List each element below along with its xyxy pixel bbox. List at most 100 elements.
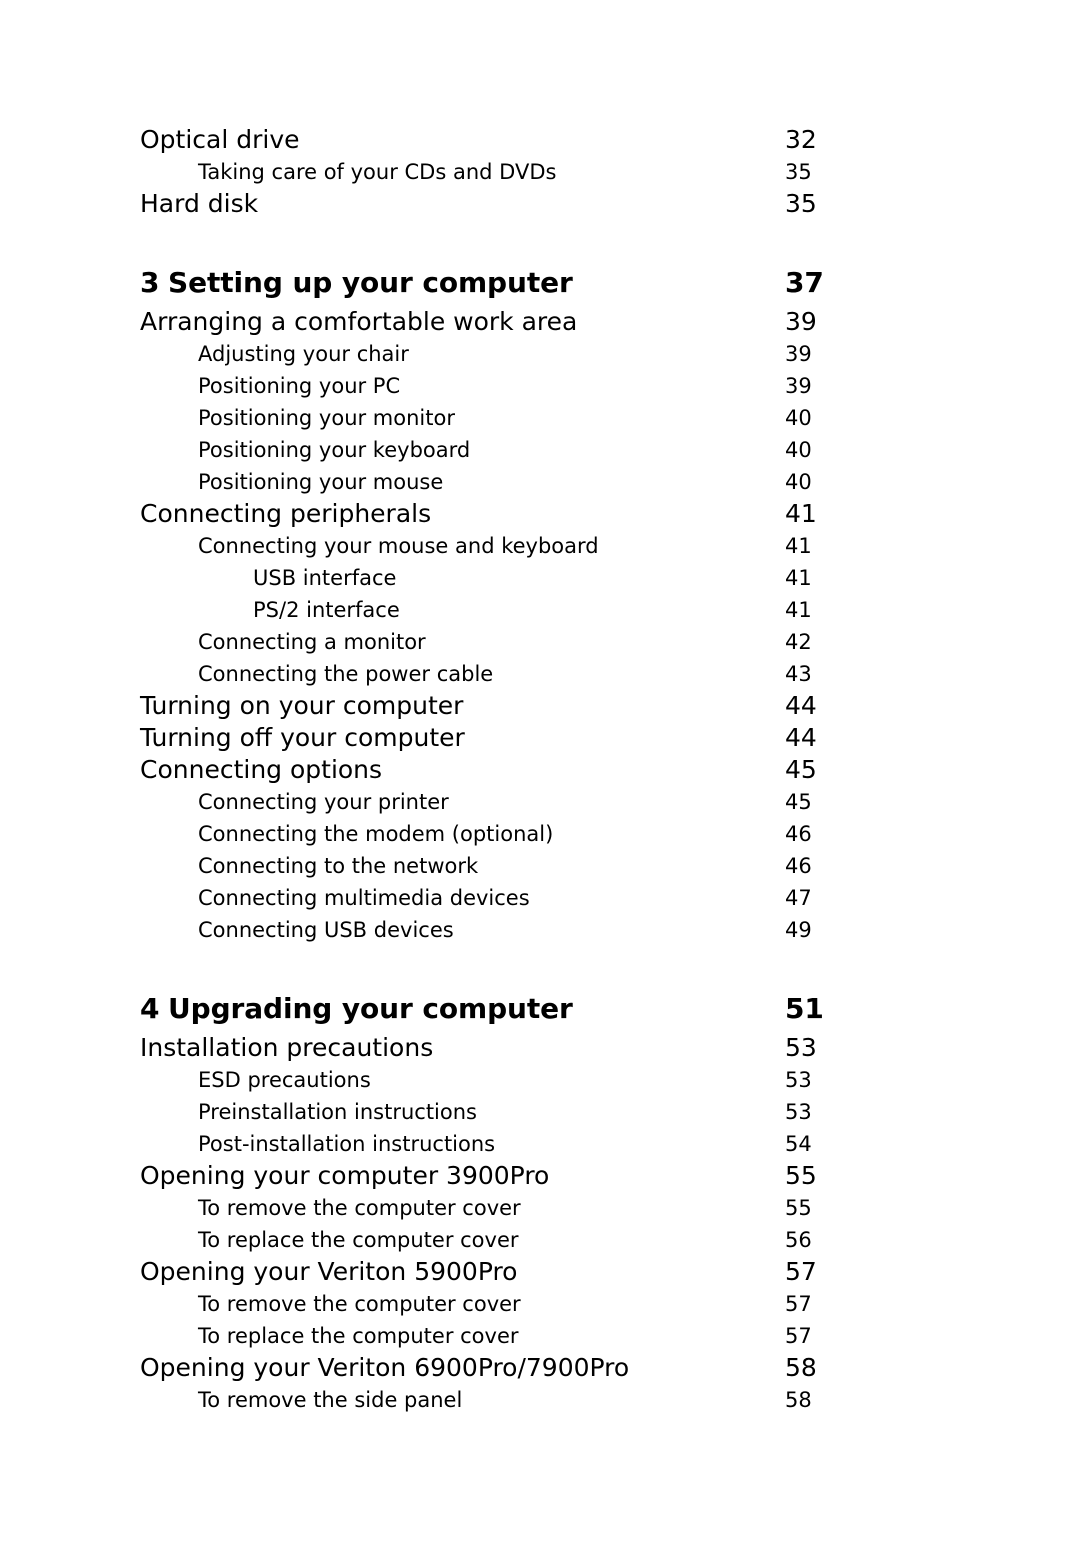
toc-entry-title: Arranging a comfortable work area [140,307,578,336]
toc-entry-row[interactable]: Turning off your computer 44 [0,722,1080,754]
table-of-contents: Optical drive 32 Taking care of your CDs a… [0,124,1080,1416]
toc-entry-row[interactable]: Connecting peripherals 41 [0,498,1080,530]
toc-page-number: 46 [785,854,812,878]
toc-entry-row[interactable]: Connecting the power cable 43 [0,658,1080,690]
toc-entry-row[interactable]: PS/2 interface 41 [0,594,1080,626]
toc-entry-row[interactable]: Adjusting your chair 39 [0,338,1080,370]
toc-entry-title: Connecting a monitor [198,630,426,654]
toc-page-number: 42 [785,630,812,654]
toc-entry-title: Opening your Veriton 6900Pro/7900Pro [140,1353,630,1382]
toc-entry-row[interactable]: To remove the side panel 58 [0,1384,1080,1416]
toc-entry-row[interactable]: Connecting your mouse and keyboard 41 [0,530,1080,562]
toc-entry-row[interactable]: Positioning your monitor 40 [0,402,1080,434]
toc-page-number: 57 [785,1292,812,1316]
toc-entry-row[interactable]: To remove the computer cover 57 [0,1288,1080,1320]
toc-entry-row[interactable]: Arranging a comfortable work area 39 [0,306,1080,338]
toc-entry-row[interactable]: Post-installation instructions 54 [0,1128,1080,1160]
toc-entry-row[interactable]: Connecting your printer 45 [0,786,1080,818]
toc-entry-row[interactable]: Connecting the modem (optional) 46 [0,818,1080,850]
toc-entry-row[interactable]: Positioning your PC 39 [0,370,1080,402]
toc-page-number: 43 [785,662,812,686]
toc-chapter-title: Setting up your computer [168,266,573,299]
toc-entry-title: Hard disk [140,189,259,218]
toc-entry-title: Preinstallation instructions [198,1100,477,1124]
toc-page-number: 35 [785,160,812,184]
toc-entry-row[interactable]: Optical drive 32 [0,124,1080,156]
toc-chapter-row[interactable]: 4 Upgrading your computer 51 [0,986,1080,1032]
toc-page-number: 49 [785,918,812,942]
toc-page-number: 53 [785,1033,817,1062]
toc-page-number: 57 [785,1324,812,1348]
toc-entry-row[interactable]: Turning on your computer 44 [0,690,1080,722]
toc-entry-row[interactable]: Connecting USB devices 49 [0,914,1080,946]
toc-entry-title: Opening your Veriton 5900Pro [140,1257,518,1286]
toc-page-number: 45 [785,790,812,814]
toc-entry-row[interactable]: Opening your Veriton 6900Pro/7900Pro 58 [0,1352,1080,1384]
toc-entry-title: Connecting to the network [198,854,479,878]
toc-entry-row[interactable]: Connecting a monitor 42 [0,626,1080,658]
toc-chapter-number: 3 [140,266,160,299]
toc-entry-title: Connecting your printer [198,790,449,814]
toc-page-number: 58 [785,1388,812,1412]
toc-page-number: 41 [785,598,812,622]
toc-entry-title: To remove the side panel [198,1388,463,1412]
toc-page-number: 40 [785,406,812,430]
toc-entry-title: To replace the computer cover [198,1324,519,1348]
toc-entry-row[interactable]: Opening your Veriton 5900Pro 57 [0,1256,1080,1288]
toc-entry-title: Adjusting your chair [198,342,409,366]
toc-entry-row[interactable]: Taking care of your CDs and DVDs 35 [0,156,1080,188]
toc-entry-title: To remove the computer cover [198,1292,521,1316]
toc-entry-row[interactable]: Connecting options 45 [0,754,1080,786]
toc-entry-title: Taking care of your CDs and DVDs [198,160,557,184]
toc-entry-title: To replace the computer cover [198,1228,519,1252]
toc-entry-title: Optical drive [140,125,300,154]
toc-page-number: 56 [785,1228,812,1252]
toc-page-number: 39 [785,374,812,398]
toc-entry-title: Connecting the power cable [198,662,494,686]
toc-entry-title: ESD precautions [198,1068,371,1092]
toc-page-number: 53 [785,1100,812,1124]
toc-entry-title: Turning off your computer [140,723,465,752]
toc-entry-row[interactable]: ESD precautions 53 [0,1064,1080,1096]
toc-page-number: 45 [785,755,817,784]
toc-page-number: 32 [785,125,817,154]
toc-entry-title: Connecting peripherals [140,499,432,528]
toc-page-number: 37 [785,266,824,299]
toc-page-number: 41 [785,534,812,558]
toc-entry-row[interactable]: To replace the computer cover 57 [0,1320,1080,1352]
toc-page-number: 57 [785,1257,817,1286]
toc-entry-row[interactable]: Opening your computer 3900Pro 55 [0,1160,1080,1192]
toc-entry-title: Connecting the modem (optional) [198,822,554,846]
toc-entry-row[interactable]: To replace the computer cover 56 [0,1224,1080,1256]
toc-page-number: 35 [785,189,817,218]
toc-entry-title: Positioning your monitor [198,406,455,430]
toc-page-number: 39 [785,307,817,336]
toc-page-number: 40 [785,470,812,494]
toc-entry-title: Positioning your mouse [198,470,444,494]
toc-entry-row[interactable]: Positioning your keyboard 40 [0,434,1080,466]
toc-page-number: 46 [785,822,812,846]
toc-entry-row[interactable]: Hard disk 35 [0,188,1080,220]
toc-entry-row[interactable]: USB interface 41 [0,562,1080,594]
toc-entry-row[interactable]: Positioning your mouse 40 [0,466,1080,498]
toc-page-number: 44 [785,723,817,752]
toc-chapter-number: 4 [140,992,160,1025]
toc-page-number: 55 [785,1161,817,1190]
toc-page-number: 44 [785,691,817,720]
toc-chapter-label: 4 Upgrading your computer [140,986,573,1032]
toc-page-number: 58 [785,1353,817,1382]
toc-chapter-label: 3 Setting up your computer [140,260,573,306]
page-top-margin [0,0,1080,124]
toc-entry-row[interactable]: Installation precautions 53 [0,1032,1080,1064]
toc-page-number: 39 [785,342,812,366]
toc-entry-row[interactable]: Connecting multimedia devices 47 [0,882,1080,914]
toc-entry-row[interactable]: Preinstallation instructions 53 [0,1096,1080,1128]
toc-page-number: 41 [785,566,812,590]
toc-chapter-title: Upgrading your computer [168,992,573,1025]
toc-page-number: 54 [785,1132,812,1156]
toc-entry-row[interactable]: Connecting to the network 46 [0,850,1080,882]
toc-entry-title: Opening your computer 3900Pro [140,1161,550,1190]
toc-chapter-row[interactable]: 3 Setting up your computer 37 [0,260,1080,306]
toc-entry-title: Connecting your mouse and keyboard [198,534,599,558]
toc-entry-row[interactable]: To remove the computer cover 55 [0,1192,1080,1224]
